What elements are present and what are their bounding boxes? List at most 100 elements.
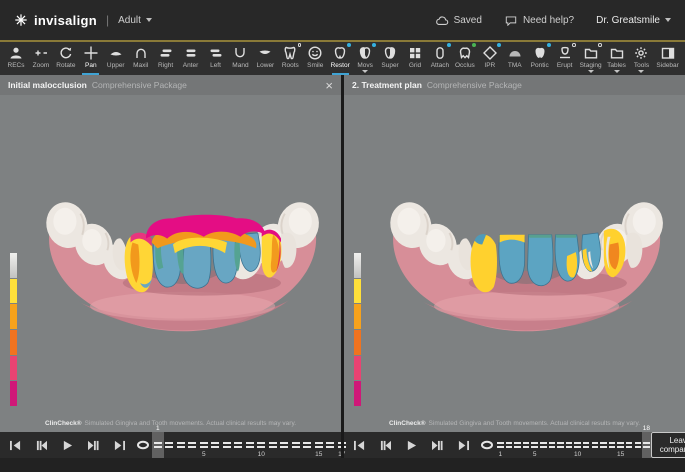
panel-header: 2. Treatment plan Comprehensive Package — [344, 75, 685, 95]
stage-marker-10[interactable]: 10 — [573, 432, 582, 458]
stage-marker-1[interactable]: 1 — [152, 432, 164, 458]
toolbar-pan-button[interactable]: Pan — [80, 44, 102, 75]
toolbar-movs-button[interactable]: Movs — [354, 44, 376, 75]
folder-icon — [583, 45, 599, 61]
stage-marker-6[interactable] — [539, 432, 548, 458]
toolbar-tma-button[interactable]: TMA — [504, 44, 526, 75]
toolbar-mand-button[interactable]: Mand — [229, 44, 251, 75]
toolbar-maxil-button[interactable]: Maxil — [130, 44, 152, 75]
toolbar-smile-button[interactable]: Smile — [304, 44, 326, 75]
arch-upper-icon — [108, 45, 124, 61]
stage-marker-15[interactable]: 15 — [616, 432, 625, 458]
stage-marker-7[interactable] — [221, 432, 233, 458]
toolbar-right-button[interactable]: Right — [155, 44, 177, 75]
toolbar-pontic-button[interactable]: Pontic — [529, 44, 551, 75]
skip-end-button[interactable] — [113, 440, 126, 451]
toolbar-upper-button[interactable]: Upper — [105, 44, 127, 75]
step-forward-button[interactable] — [431, 440, 444, 451]
stage-marker-8[interactable] — [556, 432, 565, 458]
stage-marker-4[interactable] — [522, 432, 531, 458]
play-button[interactable] — [405, 440, 418, 451]
play-button[interactable] — [61, 440, 74, 451]
stage-marker-11[interactable] — [582, 432, 591, 458]
stage-marker-13[interactable] — [290, 432, 302, 458]
scale-segment-5 — [354, 381, 361, 406]
chevron-down-icon — [614, 70, 620, 73]
stage-marker-18[interactable]: 18 — [642, 432, 651, 458]
stage-marker-16[interactable] — [625, 432, 634, 458]
toolbar-zoom-button[interactable]: Zoom — [30, 44, 52, 75]
stage-marker-11[interactable] — [267, 432, 279, 458]
stage-marker-12[interactable] — [591, 432, 600, 458]
toolbar-occlus-button[interactable]: Occlus — [454, 44, 476, 75]
toolbar-anter-button[interactable]: Anter — [180, 44, 202, 75]
stage-marker-14[interactable] — [608, 432, 617, 458]
disclaimer-text: Simulated Gingiva and Tooth movements. A… — [429, 420, 640, 427]
stage-marker-4[interactable] — [187, 432, 199, 458]
stage-marker-2[interactable] — [164, 432, 176, 458]
toolbar-recs-button[interactable]: RECs — [5, 44, 27, 75]
toolbar-rotate-button[interactable]: Rotate — [55, 44, 77, 75]
leave-comparison-button[interactable]: Leave comparison — [651, 432, 685, 458]
stage-marker-16[interactable] — [325, 432, 337, 458]
stage-tick — [234, 441, 242, 450]
toolbar-erupt-button[interactable]: Erupt — [554, 44, 576, 75]
badge-green — [472, 43, 476, 47]
doctor-menu[interactable]: Dr. Greatsmile — [596, 15, 671, 26]
toolbar-roots-button[interactable]: Roots — [279, 44, 301, 75]
stage-marker-14[interactable] — [302, 432, 314, 458]
stage-marker-17[interactable] — [634, 432, 643, 458]
toolbar-grid-button[interactable]: Grid — [404, 44, 426, 75]
skip-start-button[interactable] — [353, 440, 366, 451]
current-stage-label: 18 — [643, 425, 650, 432]
stage-zero-marker[interactable] — [136, 440, 150, 450]
teeth-model-initial[interactable] — [37, 175, 327, 339]
stage-tick — [269, 441, 277, 450]
stage-marker-9[interactable] — [565, 432, 574, 458]
step-back-button[interactable] — [379, 440, 392, 451]
toolbar-tools-button[interactable]: Tools — [630, 44, 652, 75]
patient-type-dropdown[interactable]: Adult — [118, 15, 152, 26]
stage-tick — [315, 441, 323, 450]
tooth-roots-icon — [282, 45, 298, 61]
toolbar-left-button[interactable]: Left — [205, 44, 227, 75]
stage-marker-3[interactable] — [513, 432, 522, 458]
stage-zero-marker[interactable] — [480, 440, 494, 450]
toolbar-label: RECs — [8, 62, 25, 69]
toolbar-restor-button[interactable]: Restor — [329, 44, 351, 75]
stage-marker-10[interactable]: 10 — [256, 432, 268, 458]
current-stage-label: 1 — [156, 425, 160, 432]
close-icon[interactable]: × — [325, 79, 333, 92]
toolbar-super-button[interactable]: Super — [379, 44, 401, 75]
stage-marker-12[interactable] — [279, 432, 291, 458]
toolbar-tables-button[interactable]: Tables — [606, 44, 628, 75]
toolbar-ipr-button[interactable]: IPR — [479, 44, 501, 75]
skip-end-button[interactable] — [457, 440, 470, 451]
skip-start-button[interactable] — [9, 440, 22, 451]
stage-marker-1[interactable]: 1 — [496, 432, 505, 458]
chevron-down-icon — [638, 70, 644, 73]
toolbar-label: TMA — [508, 62, 522, 69]
stage-marker-3[interactable] — [175, 432, 187, 458]
teeth-model-treatment[interactable] — [381, 175, 671, 339]
stage-marker-8[interactable] — [233, 432, 245, 458]
toolbar-attach-button[interactable]: Attach — [429, 44, 451, 75]
stage-marker-9[interactable] — [244, 432, 256, 458]
badge-open — [572, 43, 576, 47]
stage-tick — [617, 441, 624, 450]
toolbar-lower-button[interactable]: Lower — [254, 44, 276, 75]
toolbar-label: Staging — [580, 62, 602, 69]
stage-marker-5[interactable]: 5 — [530, 432, 539, 458]
stage-marker-2[interactable] — [505, 432, 514, 458]
toolbar-sidebar-button[interactable]: Sidebar — [655, 44, 679, 75]
step-forward-button[interactable] — [87, 440, 100, 451]
scale-segment-1 — [10, 279, 17, 304]
step-back-button[interactable] — [35, 440, 48, 451]
stage-marker-5[interactable]: 5 — [198, 432, 210, 458]
toolbar-staging-button[interactable]: Staging — [579, 44, 603, 75]
stage-marker-15[interactable]: 15 — [313, 432, 325, 458]
stage-marker-6[interactable] — [210, 432, 222, 458]
stage-marker-7[interactable] — [548, 432, 557, 458]
need-help-button[interactable]: Need help? — [504, 15, 574, 26]
stage-marker-13[interactable] — [599, 432, 608, 458]
